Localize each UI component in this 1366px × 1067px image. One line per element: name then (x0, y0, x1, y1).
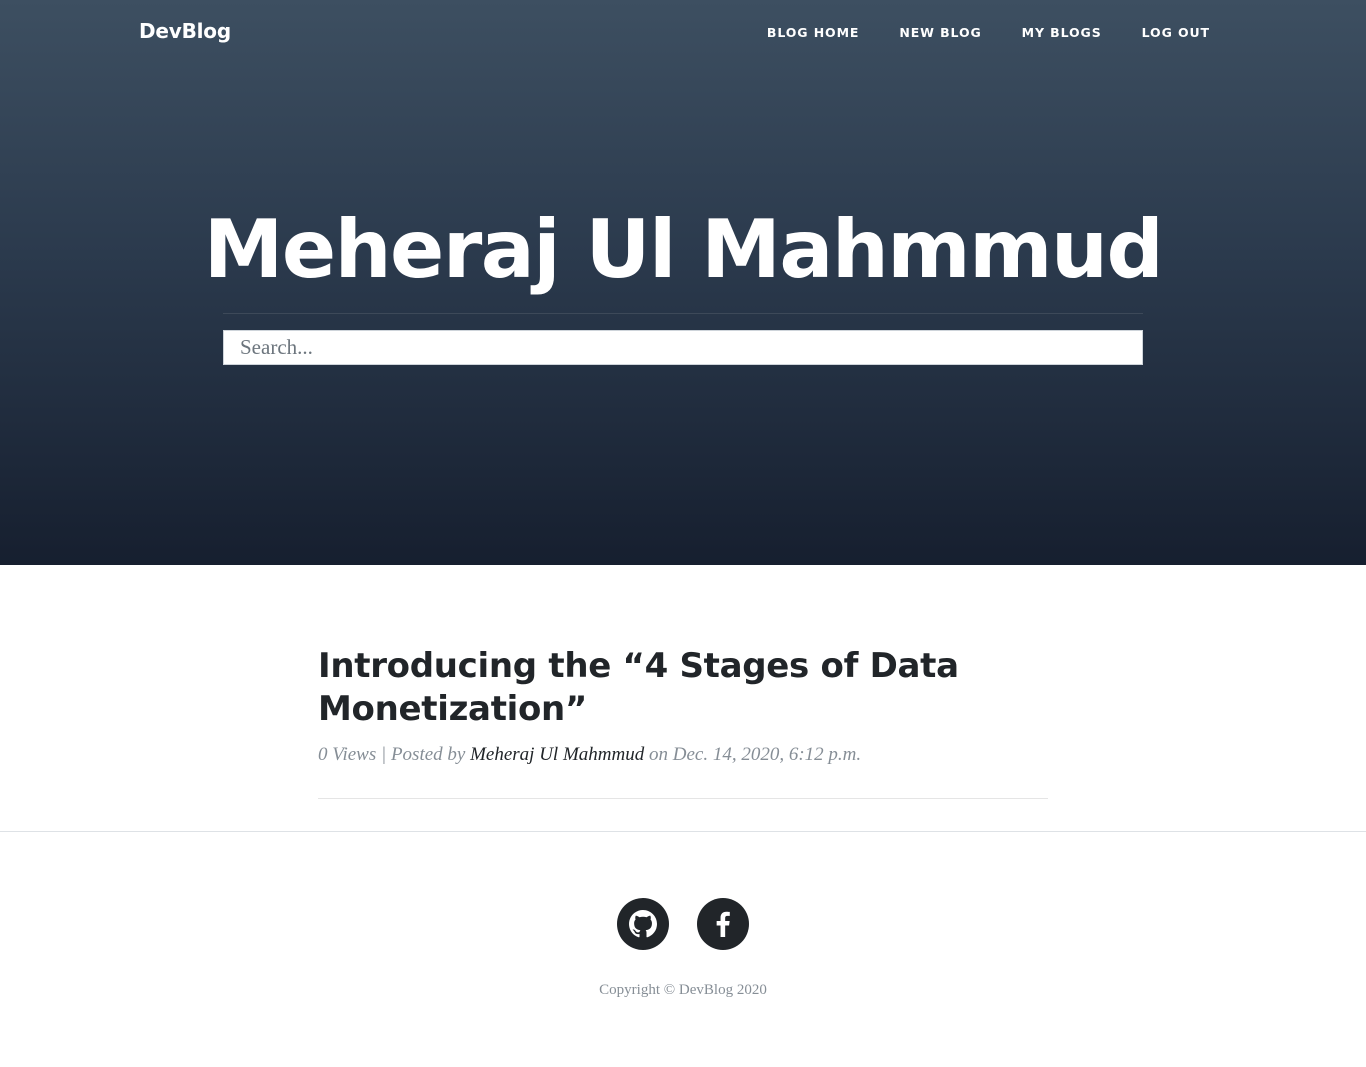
navbar: DevBlog Blog Home New Blog My Blogs Log … (0, 0, 1366, 66)
page-title: Meheraj Ul Mahmmud (203, 203, 1164, 296)
post-date: on Dec. 14, 2020, 6:12 p.m. (648, 744, 862, 765)
nav-log-out[interactable]: Log Out (1142, 25, 1210, 40)
github-button[interactable] (617, 898, 669, 950)
footer-divider (0, 831, 1366, 832)
post-views: 0 Views | Posted by (318, 744, 466, 765)
facebook-button[interactable] (697, 898, 749, 950)
post-meta: 0 Views | Posted by Meheraj Ul Mahmmud o… (318, 744, 1048, 766)
facebook-icon (715, 911, 731, 937)
search-input[interactable] (223, 330, 1143, 365)
copyright-text: Copyright © DevBlog 2020 (599, 982, 767, 998)
hero-divider (223, 313, 1143, 314)
post-title[interactable]: Introducing the “4 Stages of Data Moneti… (318, 645, 1048, 731)
nav-new-blog[interactable]: New Blog (899, 25, 981, 40)
social-links (0, 898, 1366, 950)
hero-header: DevBlog Blog Home New Blog My Blogs Log … (0, 0, 1366, 565)
nav-links: Blog Home New Blog My Blogs Log Out (767, 25, 1210, 40)
github-icon (629, 910, 657, 938)
nav-blog-home[interactable]: Blog Home (767, 25, 859, 40)
post-divider (318, 798, 1048, 799)
post-author-link[interactable]: Meheraj Ul Mahmmud (470, 744, 644, 765)
nav-my-blogs[interactable]: My Blogs (1022, 25, 1102, 40)
post-preview: Introducing the “4 Stages of Data Moneti… (318, 645, 1048, 766)
brand-link[interactable]: DevBlog (139, 19, 231, 43)
